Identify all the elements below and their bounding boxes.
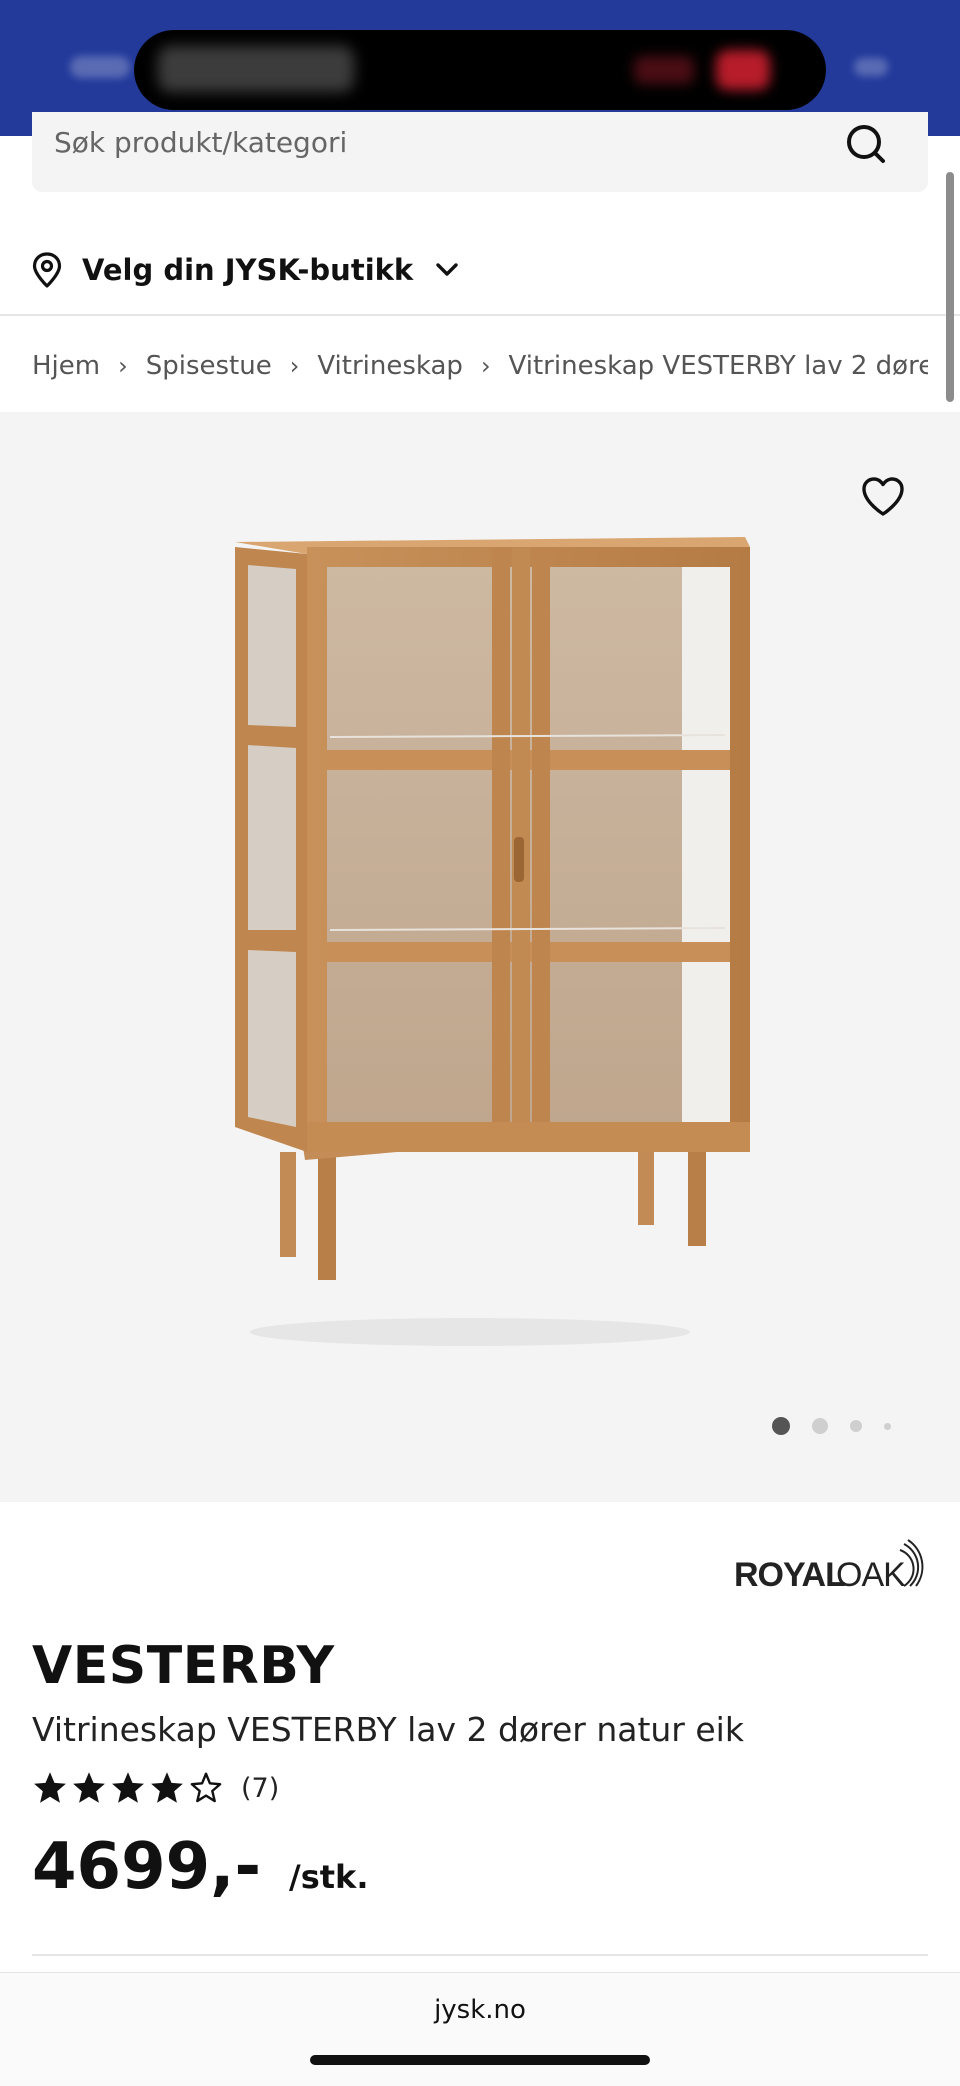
signal-indicator bbox=[70, 56, 130, 78]
carousel-dot-2[interactable] bbox=[812, 1418, 828, 1434]
carousel-dot-3[interactable] bbox=[850, 1420, 862, 1432]
scrollbar[interactable] bbox=[946, 172, 954, 402]
wifi-indicator bbox=[854, 58, 888, 76]
dynamic-island bbox=[134, 30, 826, 110]
battery-icon bbox=[716, 50, 770, 90]
star-filled-icon bbox=[73, 1772, 105, 1803]
breadcrumb-item-current: Vitrineskap VESTERBY lav 2 dører na bbox=[508, 351, 928, 381]
product-photo bbox=[235, 537, 750, 1346]
store-selector-label: Velg din JYSK-butikk bbox=[82, 253, 414, 287]
chevron-right-icon: › bbox=[480, 352, 491, 380]
url-text[interactable]: jysk.no bbox=[0, 1995, 960, 2025]
star-filled-icon bbox=[151, 1772, 183, 1803]
store-selector[interactable]: Velg din JYSK-butikk bbox=[32, 236, 532, 304]
product-name: VESTERBY bbox=[32, 1636, 335, 1696]
charging-status-text bbox=[158, 46, 354, 92]
review-count: (7) bbox=[241, 1772, 280, 1804]
product-description: Vitrineskap VESTERBY lav 2 dører natur e… bbox=[32, 1710, 744, 1749]
chevron-down-icon bbox=[436, 263, 458, 276]
search-icon[interactable] bbox=[832, 120, 892, 170]
svg-text:OAK: OAK bbox=[836, 1556, 906, 1594]
divider bbox=[32, 1954, 928, 1956]
breadcrumb: Hjem › Spisestue › Vitrineskap › Vitrine… bbox=[32, 340, 928, 392]
carousel-dot-4[interactable] bbox=[884, 1422, 891, 1430]
favorite-heart-icon[interactable] bbox=[858, 472, 908, 522]
svg-text:ROYAL: ROYAL bbox=[734, 1556, 845, 1594]
star-filled-icon bbox=[112, 1772, 144, 1803]
price-value: 4699,- bbox=[32, 1830, 261, 1904]
search-bar bbox=[32, 112, 928, 192]
breadcrumb-item-dining[interactable]: Spisestue bbox=[146, 351, 272, 381]
carousel-dot-1[interactable] bbox=[772, 1417, 790, 1435]
price: 4699,- /stk. bbox=[32, 1830, 368, 1904]
browser-address-bar: jysk.no bbox=[0, 1972, 960, 2086]
search-input[interactable] bbox=[54, 124, 814, 160]
carousel-indicator bbox=[772, 1416, 913, 1436]
location-pin-icon bbox=[32, 252, 62, 288]
product-image-gallery[interactable] bbox=[0, 412, 960, 1502]
star-empty-icon bbox=[190, 1772, 222, 1803]
breadcrumb-item-display-cabinet[interactable]: Vitrineskap bbox=[317, 351, 463, 381]
chevron-right-icon: › bbox=[118, 352, 128, 380]
product-rating[interactable]: (7) bbox=[32, 1766, 279, 1810]
star-filled-icon bbox=[34, 1772, 66, 1803]
battery-percent bbox=[634, 56, 694, 84]
price-unit: /stk. bbox=[289, 1858, 369, 1896]
brand-logo: ROYAL OAK bbox=[734, 1539, 924, 1594]
breadcrumb-item-home[interactable]: Hjem bbox=[32, 351, 100, 381]
chevron-right-icon: › bbox=[289, 352, 300, 380]
home-indicator[interactable] bbox=[310, 2055, 650, 2065]
divider bbox=[0, 314, 960, 316]
